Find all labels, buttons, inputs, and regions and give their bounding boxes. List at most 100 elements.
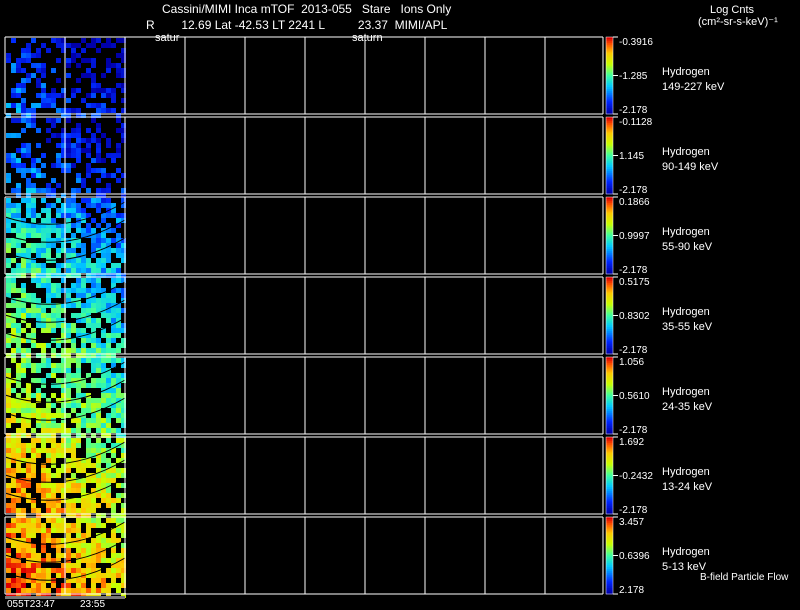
- image-pixel: [21, 358, 26, 363]
- image-pixel: [16, 568, 21, 573]
- image-pixel: [106, 573, 111, 578]
- image-pixel: [76, 363, 81, 368]
- image-pixel: [31, 328, 36, 333]
- image-pixel: [46, 213, 51, 218]
- image-pixel: [71, 133, 76, 138]
- species-label: Hydrogen: [662, 146, 710, 158]
- image-pixel: [11, 153, 16, 158]
- image-pixel: [31, 228, 36, 233]
- image-pixel: [16, 448, 21, 453]
- image-pixel: [116, 518, 121, 523]
- image-pixel: [6, 408, 11, 413]
- image-pixel: [16, 583, 21, 588]
- image-pixel: [46, 118, 51, 123]
- image-pixel: [76, 243, 81, 248]
- image-pixel: [46, 103, 51, 108]
- image-pixel: [116, 243, 121, 248]
- image-pixel: [96, 123, 101, 128]
- image-pixel: [81, 308, 86, 313]
- image-pixel: [101, 543, 106, 548]
- image-pixel: [56, 518, 61, 523]
- image-pixel: [106, 313, 111, 318]
- image-pixel: [66, 228, 71, 233]
- image-pixel: [71, 243, 76, 248]
- image-pixel: [81, 213, 86, 218]
- image-pixel: [111, 263, 116, 268]
- image-pixel: [106, 428, 111, 433]
- image-pixel: [41, 548, 46, 553]
- image-pixel: [11, 578, 16, 583]
- image-pixel: [16, 418, 21, 423]
- image-pixel: [116, 153, 121, 158]
- image-pixel: [11, 408, 16, 413]
- image-pixel: [81, 348, 86, 353]
- image-pixel: [91, 543, 96, 548]
- image-pixel: [116, 313, 121, 318]
- image-pixel: [81, 258, 86, 263]
- image-pixel: [21, 418, 26, 423]
- image-pixel: [21, 523, 26, 528]
- image-pixel: [31, 428, 36, 433]
- image-pixel: [41, 573, 46, 578]
- image-pixel: [111, 398, 116, 403]
- image-pixel: [91, 558, 96, 563]
- image-pixel: [91, 283, 96, 288]
- image-pixel: [21, 153, 26, 158]
- image-pixel: [56, 423, 61, 428]
- footer-note: B-field Particle Flow: [700, 572, 789, 583]
- image-pixel: [86, 198, 91, 203]
- image-pixel: [51, 133, 56, 138]
- image-pixel: [51, 503, 56, 508]
- image-pixel: [76, 588, 81, 593]
- image-pixel: [66, 268, 71, 273]
- image-pixel: [106, 418, 111, 423]
- image-pixel: [101, 578, 106, 583]
- image-pixel: [91, 93, 96, 98]
- colorbar-min-label: 2.178: [619, 585, 645, 596]
- image-pixel: [36, 368, 41, 373]
- image-pixel: [6, 278, 11, 283]
- image-pixel: [96, 368, 101, 373]
- image-pixel: [16, 188, 21, 193]
- image-pixel: [106, 68, 111, 73]
- image-pixel: [56, 198, 61, 203]
- image-pixel: [26, 358, 31, 363]
- image-pixel: [111, 158, 116, 163]
- image-pixel: [86, 348, 91, 353]
- image-pixel: [66, 108, 71, 113]
- image-pixel: [96, 38, 101, 43]
- image-pixel: [76, 188, 81, 193]
- image-pixel: [71, 58, 76, 63]
- image-pixel: [21, 258, 26, 263]
- image-pixel: [36, 413, 41, 418]
- image-pixel: [11, 38, 16, 43]
- image-pixel: [21, 263, 26, 268]
- image-pixel: [21, 543, 26, 548]
- image-pixel: [106, 38, 111, 43]
- image-pixel: [81, 508, 86, 513]
- image-pixel: [56, 163, 61, 168]
- image-pixel: [6, 133, 11, 138]
- image-pixel: [56, 158, 61, 163]
- image-pixel: [76, 138, 81, 143]
- image-pixel: [91, 323, 96, 328]
- image-pixel: [56, 213, 61, 218]
- image-pixel: [111, 558, 116, 563]
- image-pixel: [86, 318, 91, 323]
- image-pixel: [111, 313, 116, 318]
- image-pixel: [31, 168, 36, 173]
- image-pixel: [71, 403, 76, 408]
- image-pixel: [86, 338, 91, 343]
- image-pixel: [41, 253, 46, 258]
- image-pixel: [51, 423, 56, 428]
- image-pixel: [21, 348, 26, 353]
- image-pixel: [51, 413, 56, 418]
- image-pixel: [101, 428, 106, 433]
- image-pixel: [91, 578, 96, 583]
- image-pixel: [16, 393, 21, 398]
- image-pixel: [31, 218, 36, 223]
- image-pixel: [31, 408, 36, 413]
- image-pixel: [106, 423, 111, 428]
- image-pixel: [41, 363, 46, 368]
- image-pixel: [31, 343, 36, 348]
